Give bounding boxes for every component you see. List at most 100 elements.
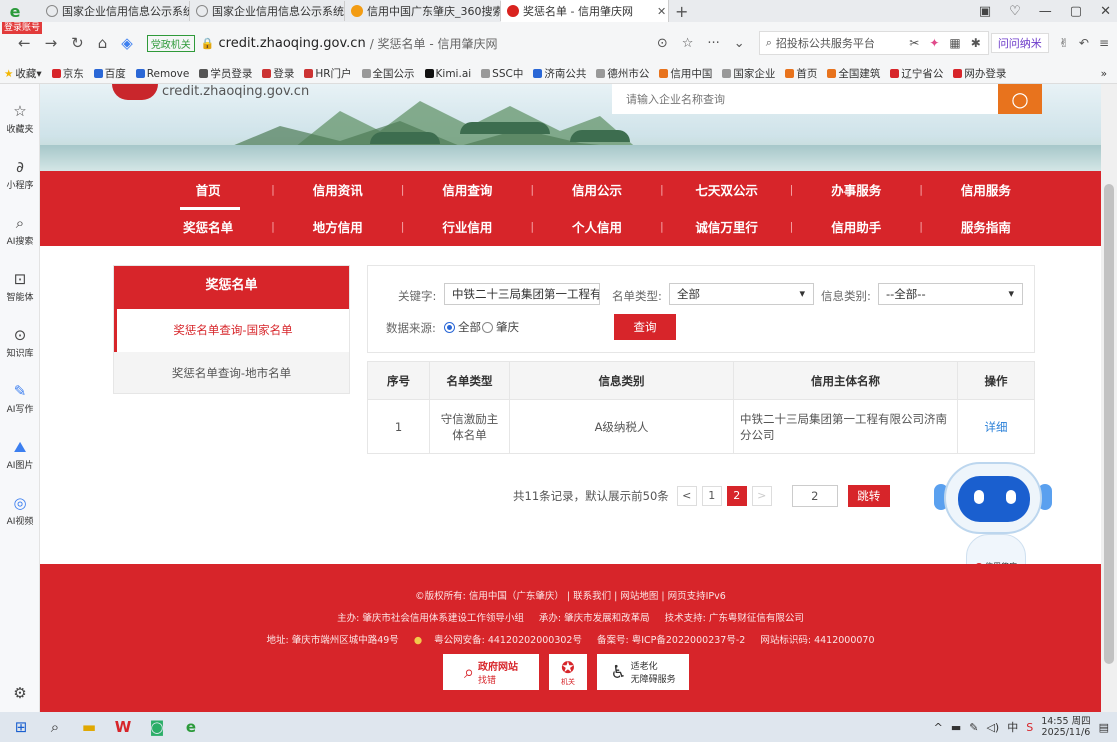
pager-prev-button[interactable]: < xyxy=(676,486,697,506)
wechat-icon[interactable]: ◙ xyxy=(144,716,170,738)
nav-item-credit-assistant[interactable]: 信用助手 xyxy=(795,217,917,236)
bookmark-item[interactable]: 京东 xyxy=(51,66,84,81)
pager-jump-button[interactable]: 跳转 xyxy=(847,485,890,507)
ime-indicator[interactable]: 中 xyxy=(1007,719,1018,735)
browser-360-icon[interactable]: e xyxy=(178,716,204,738)
bookmark-item[interactable]: 全国公示 xyxy=(361,66,415,81)
gesture-icon[interactable]: ✌ xyxy=(1059,36,1069,50)
login-tag[interactable]: 登录账号 xyxy=(2,22,43,34)
close-window-icon[interactable]: ✕ xyxy=(1100,4,1111,19)
bookmark-item[interactable]: 网办登录 xyxy=(953,66,1006,81)
ask-nami-button[interactable]: 问问纳米 xyxy=(990,33,1049,53)
home-icon[interactable]: ⌂ xyxy=(98,34,108,52)
grid-icon[interactable]: ▦ xyxy=(949,36,960,50)
scrollbar-thumb[interactable] xyxy=(1104,184,1114,664)
more-icon[interactable]: ··· xyxy=(707,36,719,51)
nav-item-industry-credit[interactable]: 行业信用 xyxy=(406,217,528,236)
nav-item-local-credit[interactable]: 地方信用 xyxy=(277,217,399,236)
url-field[interactable]: 党政机关 🔒 credit.zhaoqing.gov.cn / 奖惩名单 - 信… xyxy=(146,30,647,56)
tab-1[interactable]: 国家企业信用信息公示系统 ✕ xyxy=(40,1,190,21)
share-icon[interactable]: ⊙ xyxy=(657,36,668,51)
windows-start-icon[interactable]: ⊞ xyxy=(8,716,34,738)
bookmark-item[interactable]: Kimi.ai xyxy=(424,68,471,80)
tab-4-active[interactable]: 奖惩名单 - 信用肇庆网 ✕ xyxy=(501,0,669,22)
pager-page-1[interactable]: 1 xyxy=(701,486,722,506)
notification-icon[interactable]: ▤ xyxy=(1099,721,1109,734)
wps-icon[interactable]: W xyxy=(110,716,136,738)
volume-icon[interactable]: ◁) xyxy=(986,721,999,734)
pin-icon[interactable]: ✱ xyxy=(971,36,981,50)
site-search-input[interactable] xyxy=(612,84,998,114)
sidebar-item-ai-writing[interactable]: ✎ AI写作 xyxy=(0,382,40,415)
nav-item-home[interactable]: 首页 xyxy=(147,180,269,210)
sidebar-item-miniapp[interactable]: ∂ 小程序 xyxy=(0,158,40,191)
query-button[interactable]: 查询 xyxy=(614,314,676,340)
bookmark-item[interactable]: 首页 xyxy=(785,66,817,81)
bookmark-item[interactable]: HR门户 xyxy=(304,66,352,81)
clock[interactable]: 14:55 周四 2025/11/6 xyxy=(1041,716,1090,738)
bookmark-item[interactable]: 德州市公 xyxy=(596,66,649,81)
pager-page-2[interactable]: 2 xyxy=(726,486,747,506)
accessibility-badge[interactable]: ♿ 适老化 无障碍服务 xyxy=(597,654,689,690)
gov-site-error-badge[interactable]: ⌕ 政府网站 找错 xyxy=(443,654,539,690)
reload-icon[interactable]: ↻ xyxy=(71,34,84,52)
new-tab-icon[interactable]: + xyxy=(675,2,688,21)
site-search-button[interactable]: ○ xyxy=(998,84,1042,114)
source-radio-all[interactable]: 全部 xyxy=(444,319,481,335)
undo-icon[interactable]: ↶ xyxy=(1079,36,1089,50)
tray-expand-icon[interactable]: ^ xyxy=(934,721,943,734)
bookmarks-overflow-icon[interactable]: » xyxy=(1101,68,1107,80)
bookmark-item[interactable]: SSC中 xyxy=(481,66,523,81)
nav-item-service-guide[interactable]: 服务指南 xyxy=(925,217,1047,236)
bookmark-item[interactable]: 百度 xyxy=(93,66,126,81)
page-scrollbar[interactable] xyxy=(1101,84,1117,712)
nav-item-integrity-tour[interactable]: 诚信万里行 xyxy=(666,217,788,236)
bookmark-item[interactable]: 辽宁省公 xyxy=(890,66,943,81)
sidebar-item-ai-image[interactable]: ⛰ AI图片 xyxy=(0,438,40,471)
nav-item-credit-news[interactable]: 信用资讯 xyxy=(277,180,399,199)
footer-copyright[interactable]: ©版权所有: 信用中国（广东肇庆） | 联系我们 | 网站地图 | 网页支持IP… xyxy=(40,588,1101,602)
side-menu-item-national[interactable]: 奖惩名单查询-国家名单 xyxy=(114,309,349,352)
favorite-star-icon[interactable]: ☆ xyxy=(682,36,694,51)
bookmark-item[interactable]: 全国建筑 xyxy=(827,66,880,81)
tab-3[interactable]: 信用中国广东肇庆_360搜索 ✕ xyxy=(345,1,501,21)
shield-icon[interactable]: ◈ xyxy=(121,34,133,52)
settings-icon[interactable]: ⚙ xyxy=(0,684,40,704)
nav-item-seven-day[interactable]: 七天双公示 xyxy=(666,180,788,199)
keyword-input[interactable]: 中铁二十三局集团第一工程有限 xyxy=(444,283,600,305)
bookmark-item[interactable]: 学员登录 xyxy=(199,66,252,81)
bookmark-item[interactable]: 信用中国 xyxy=(659,66,712,81)
gov-badge[interactable]: 党政机关 xyxy=(146,34,195,52)
source-radio-zhaoqing[interactable]: 肇庆 xyxy=(482,319,519,335)
security-icon[interactable]: S xyxy=(1026,721,1033,734)
sidebar-item-ai-video[interactable]: ◎ AI视频 xyxy=(0,494,40,527)
pager-next-button[interactable]: > xyxy=(751,486,772,506)
pager-jump-input[interactable]: 2 xyxy=(791,485,838,507)
extension-icon[interactable]: ✦ xyxy=(929,36,939,50)
party-org-badge[interactable]: ✪ 机关 xyxy=(549,654,587,690)
detail-link[interactable]: 详细 xyxy=(985,420,1008,434)
bookmark-item[interactable]: Remove xyxy=(135,68,189,80)
nav-item-reward-punish[interactable]: 奖惩名单 xyxy=(147,217,269,236)
chevron-down-icon[interactable]: ⌄ xyxy=(734,36,745,51)
search-icon[interactable]: ⌕ xyxy=(42,716,68,738)
bookmark-item[interactable]: ★ 收藏 ▾ xyxy=(4,66,42,81)
file-explorer-icon[interactable]: ▬ xyxy=(76,716,102,738)
nav-item-services[interactable]: 办事服务 xyxy=(795,180,917,199)
nav-item-credit-services[interactable]: 信用服务 xyxy=(925,180,1047,199)
network-icon[interactable]: ▬ xyxy=(951,721,961,734)
browser-logo-icon[interactable]: e xyxy=(4,0,26,22)
sidebar-toggle-icon[interactable]: ▣ xyxy=(979,4,991,19)
pen-icon[interactable]: ✎ xyxy=(969,721,978,734)
close-icon[interactable]: ✕ xyxy=(657,5,666,18)
back-icon[interactable]: ← xyxy=(18,34,31,52)
bookmark-item[interactable]: 国家企业 xyxy=(722,66,775,81)
sidebar-item-knowledge[interactable]: ⊙ 知识库 xyxy=(0,326,40,359)
sidebar-item-agent[interactable]: ⊡ 智能体 xyxy=(0,270,40,303)
menu-icon[interactable]: ≡ xyxy=(1099,36,1109,50)
lock-icon[interactable]: 🔒 xyxy=(201,37,215,50)
bookmark-item[interactable]: 登录 xyxy=(262,66,294,81)
forward-icon[interactable]: → xyxy=(45,34,58,52)
bookmark-item[interactable]: 济南公共 xyxy=(533,66,586,81)
sidebar-item-favorites[interactable]: ☆ 收藏夹 xyxy=(0,102,40,135)
